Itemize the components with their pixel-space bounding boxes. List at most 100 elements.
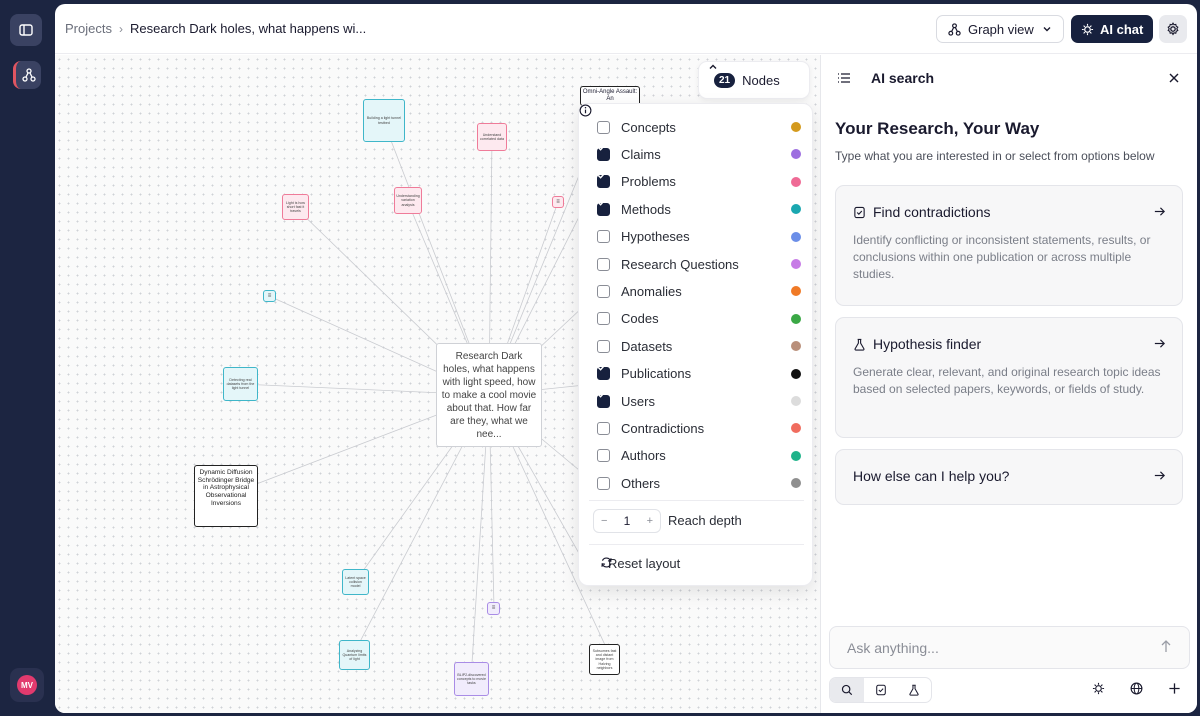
graph-node[interactable]: Understand correlated data [477,123,507,151]
node-type-label: Users [621,393,655,409]
node-type-color-dot [791,423,801,434]
node-type-option[interactable]: Datasets [597,335,801,357]
check-icon [597,199,606,206]
avatar: MV [17,675,37,695]
node-type-label: Problems [621,174,676,190]
ai-chat-label: AI chat [1100,21,1144,37]
info-icon[interactable] [579,104,592,117]
nodes-filter-toggle[interactable]: 21 Nodes [698,61,810,99]
node-type-option[interactable]: Claims [597,143,801,165]
checkbox-checked[interactable] [597,145,610,161]
stepper-decrement[interactable]: − [601,515,607,527]
checkbox-unchecked[interactable] [597,421,610,435]
settings-button[interactable] [1159,15,1187,43]
document-check-icon [875,684,886,696]
publication-node[interactable]: Dynamic Diffusion Schrödinger Bridge in … [194,465,258,527]
breadcrumb-separator: › [118,21,123,36]
document-check-icon [854,206,865,218]
node-type-option[interactable]: Others [597,472,801,494]
send-arrow-icon[interactable] [1160,639,1172,653]
checkbox-checked[interactable] [597,364,610,381]
ask-input[interactable] [830,627,1150,668]
node-type-option[interactable]: Hypotheses [597,226,801,248]
node-type-option[interactable]: Methods [597,198,801,220]
checkbox-checked[interactable] [597,172,610,189]
hypothesis-finder-card[interactable]: Hypothesis finder Generate clear, releva… [835,317,1183,438]
central-research-node[interactable]: Research Dark holes, what happens with l… [436,343,542,447]
check-icon [597,391,606,398]
graph-node[interactable]: Building a light tunnel testbed [363,99,405,142]
node-type-option[interactable]: Anomalies [597,280,801,302]
graph-node[interactable]: BLIP2-discovered concepts to movie tasks [454,662,489,696]
node-type-label: Authors [621,448,666,464]
graph-node[interactable]: Subsumes fast and distant image from Hal… [589,644,620,675]
graph-view-dropdown[interactable]: Graph view [936,15,1064,43]
graph-node[interactable]: Light is how short fast it travels [282,194,309,220]
graph-node-icon[interactable]: ≡ [487,602,500,615]
stepper-increment[interactable]: + [647,515,653,527]
graph-node[interactable]: Understanding variation analysis [394,187,422,214]
node-type-option[interactable]: Publications [597,363,801,385]
reach-depth-value: 1 [623,514,631,528]
sidebar-panel-icon [19,24,33,36]
graph-node[interactable]: Analyzing Quantum limits of light [339,640,370,670]
checkbox-unchecked[interactable] [597,120,610,134]
flask-icon [909,684,919,696]
graph-node-icon[interactable]: ≡ [263,290,276,302]
reset-layout-button[interactable]: Reset layout [600,556,680,571]
arrow-right-icon [1154,207,1165,216]
graph-nav-button[interactable] [13,61,41,89]
hypothesis-mode-button[interactable] [897,678,931,702]
checkbox-unchecked[interactable] [597,312,610,326]
checkbox-checked[interactable] [597,199,610,216]
graph-node[interactable]: Detecting real datasets from the light t… [223,367,258,401]
help-card[interactable]: How else can I help you? [835,449,1183,505]
ai-chat-button[interactable]: AI chat [1071,15,1153,43]
app-sidebar: MV [0,0,54,716]
toggle-sidebar-button[interactable] [10,14,42,46]
chevron-down-icon [1043,27,1051,32]
checkbox-unchecked[interactable] [597,257,610,271]
node-type-color-dot [791,450,801,461]
node-type-option[interactable]: Research Questions [597,253,801,275]
globe-icon[interactable] [1130,682,1143,695]
graph-node[interactable]: Latent space collision model [342,569,369,595]
node-type-option[interactable]: Users [597,390,801,412]
reach-depth-stepper[interactable]: − 1 + [593,509,661,533]
node-type-label: Publications [621,366,692,382]
breadcrumb: Projects › Research Dark holes, what hap… [65,21,366,36]
graph-canvas[interactable]: Building a light tunnel testbed Understa… [55,55,820,713]
node-type-color-dot [791,122,801,132]
node-type-option[interactable]: Contradictions [597,417,801,439]
checkbox-unchecked[interactable] [597,339,610,353]
list-icon[interactable] [837,71,851,85]
search-mode-button[interactable] [830,678,864,702]
find-contradictions-card[interactable]: Find contradictions Identify conflicting… [835,185,1183,306]
close-icon[interactable] [1168,72,1180,84]
checkbox-unchecked[interactable] [597,449,610,463]
node-type-color-dot [791,204,801,215]
check-icon [597,172,606,179]
node-type-option[interactable]: Authors [597,445,801,467]
breadcrumb-current-project: Research Dark holes, what happens wi... [129,21,367,36]
checkbox-unchecked[interactable] [597,230,610,244]
node-type-option[interactable]: Concepts [597,116,801,138]
contradictions-mode-button[interactable] [864,678,898,702]
graph-node-icon[interactable]: ≡ [552,196,564,208]
plus-icon[interactable] [1168,682,1181,695]
nodes-count-badge: 21 [714,72,736,88]
checkbox-unchecked[interactable] [597,476,610,490]
reach-depth-label: Reach depth [668,513,742,528]
node-type-color-dot [791,286,801,297]
checkbox-checked[interactable] [597,391,610,408]
node-type-option[interactable]: Problems [597,171,801,193]
breadcrumb-projects[interactable]: Projects [65,21,112,36]
panel-subheading: Type what you are interested in or selec… [835,149,1155,163]
reset-layout-label: Reset layout [608,556,681,571]
ai-model-icon[interactable] [1092,682,1105,695]
user-menu-button[interactable]: MV [10,668,44,702]
checkbox-unchecked[interactable] [597,284,610,298]
node-type-option[interactable]: Codes [597,308,801,330]
node-type-label: Claims [621,146,661,162]
node-type-label: Research Questions [621,256,739,272]
